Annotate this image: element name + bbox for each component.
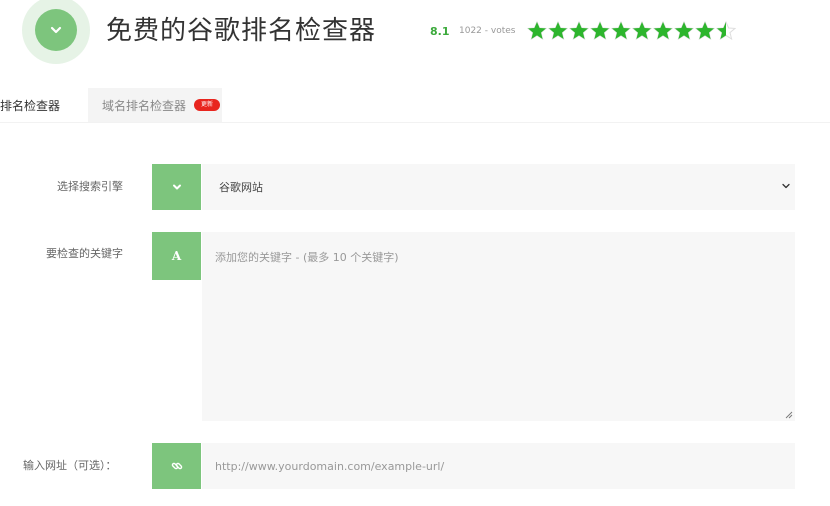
select-caret-icon [782,183,790,189]
url-input[interactable]: http://www.yourdomain.com/example-url/ [202,443,795,489]
logo [22,0,90,64]
engine-label: 选择搜索引擎 [57,180,123,193]
url-placeholder: http://www.yourdomain.com/example-url/ [215,459,445,473]
star-icon[interactable] [695,21,715,41]
star-rating[interactable] [527,21,736,41]
tab-rank-checker[interactable]: 排名检查器 [0,88,88,122]
logo-badge [35,9,77,51]
engine-addon[interactable] [152,164,201,210]
tab-label: 排名检查器 [0,98,61,113]
rating-score: 8.1 [430,25,450,38]
star-icon[interactable] [674,21,694,41]
link-icon [171,462,182,470]
votes-count: 1022 - votes [459,26,516,36]
tab-label: 域名排名检查器 [102,98,187,113]
resize-handle-icon[interactable] [785,411,793,419]
keywords-placeholder: 添加您的关键字 - (最多 10 个关键字) [215,251,399,264]
star-icon[interactable] [548,21,568,41]
star-icon[interactable] [611,21,631,41]
star-icon[interactable] [632,21,652,41]
font-letter-icon: A [171,249,182,263]
url-label: 输入网址（可选）： [23,459,117,472]
star-icon[interactable] [590,21,610,41]
url-addon [152,443,201,489]
star-icon[interactable] [653,21,673,41]
keywords-addon: A [152,232,201,280]
chevron-down-icon [172,184,181,190]
star-icon[interactable] [716,21,736,41]
page: 免费的谷歌排名检查器 8.1 1022 - votes 排名检查器 域名排名检查… [0,0,830,506]
chevron-down-icon [50,26,62,34]
keywords-label: 要检查的关键字 [46,247,123,260]
star-icon[interactable] [569,21,589,41]
tab-domain-rank-checker[interactable]: 域名排名检查器 更新 [88,88,222,122]
star-icon[interactable] [527,21,547,41]
new-badge: 更新 [194,99,221,111]
search-engine-select[interactable]: 谷歌网站 [202,164,795,210]
page-title: 免费的谷歌排名检查器 [106,16,377,46]
search-engine-value: 谷歌网站 [219,181,263,194]
keywords-textarea[interactable]: 添加您的关键字 - (最多 10 个关键字) [202,232,795,421]
tab-bar: 排名检查器 域名排名检查器 更新 [0,88,222,122]
